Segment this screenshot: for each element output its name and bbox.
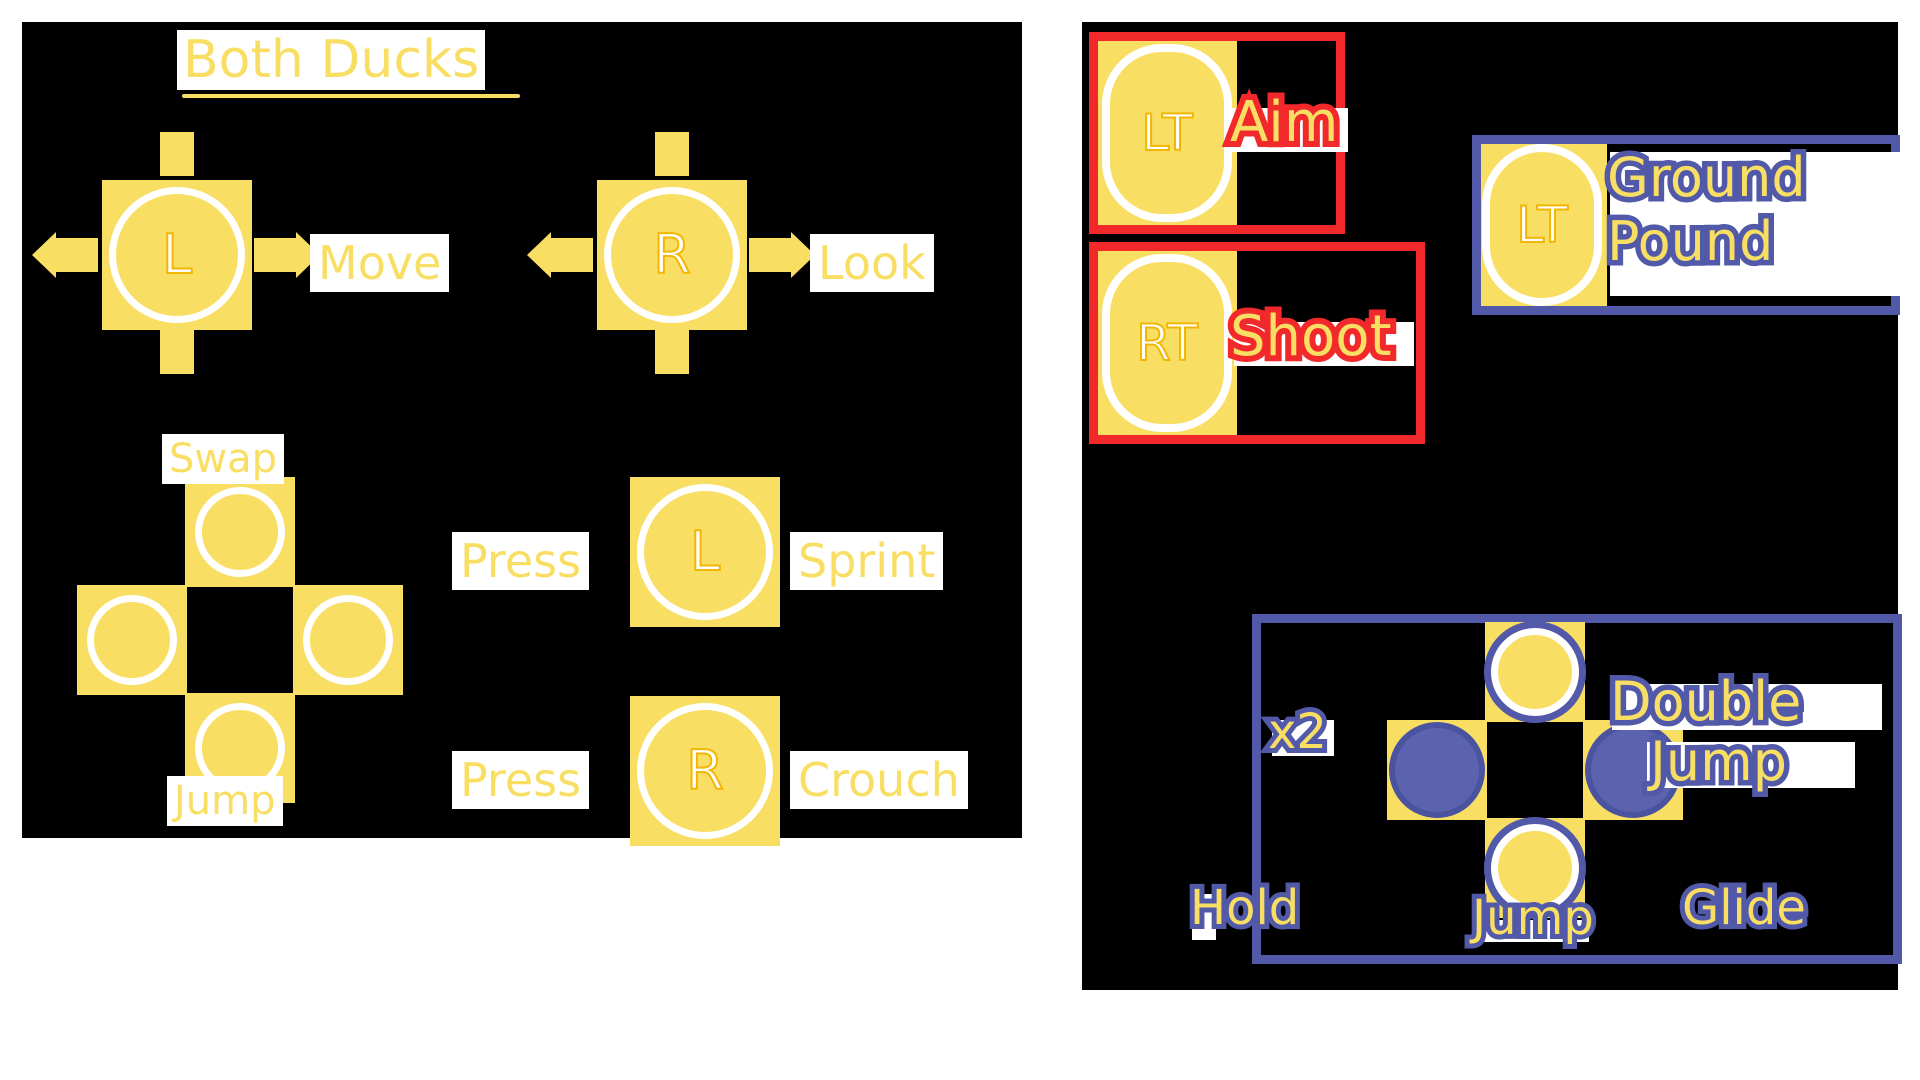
crouch-label: Crouch — [790, 751, 968, 809]
stick-nub-right-icon — [254, 238, 298, 272]
trigger-letter: LT — [1515, 196, 1568, 254]
stick-nub-up-icon — [160, 132, 194, 176]
panel-title-underline — [182, 94, 520, 98]
stick-button-left-press[interactable]: L — [637, 484, 773, 620]
trigger-letter: LT — [1140, 104, 1193, 162]
stick-letter: L — [161, 223, 193, 286]
multiplier-label: x2 — [1263, 703, 1332, 762]
move-label: Move — [310, 234, 450, 292]
shoot-label: Shoot — [1224, 302, 1397, 371]
stick-button-right-press[interactable]: R — [637, 703, 773, 839]
stick-nub-left-icon — [54, 238, 98, 272]
stick-nub-up-icon — [655, 132, 689, 176]
stick-letter: R — [652, 223, 692, 286]
aim-label: Aim — [1224, 88, 1344, 157]
stick-arrow-left-icon — [527, 232, 551, 278]
groundpound-label-line2: Pound — [1601, 208, 1778, 274]
look-label: Look — [810, 234, 934, 292]
doublejump-label-line1: Double — [1604, 668, 1806, 734]
stick-nub-right-icon — [749, 238, 793, 272]
sprint-press-label: Press — [452, 532, 590, 590]
dpad-left-button[interactable] — [87, 595, 177, 685]
shoot-trigger-button[interactable]: RT — [1102, 254, 1232, 432]
stick-letter: R — [685, 739, 725, 802]
groundpound-trigger-button[interactable]: LT — [1482, 144, 1602, 306]
dpad-jump-label: Jump — [167, 776, 283, 826]
aim-trigger-button[interactable]: LT — [1102, 44, 1232, 222]
glide-label: Glide — [1677, 879, 1811, 938]
dpad-up-button-jump[interactable] — [1491, 628, 1579, 716]
dpad-swap-label: Swap — [162, 434, 285, 484]
both-ducks-panel: Both Ducks L Move R Look Swap Jump Press… — [22, 22, 1022, 846]
jump-label: Jump — [1467, 889, 1599, 948]
dpad-left-button[interactable] — [1389, 722, 1485, 818]
crouch-press-label: Press — [452, 751, 590, 809]
stick-nub-down-icon — [160, 330, 194, 374]
stick-nub-down-icon — [655, 330, 689, 374]
stick-button-left[interactable]: L — [109, 187, 245, 323]
doublejump-label-line2: Jump — [1644, 728, 1792, 794]
panel-title: Both Ducks — [177, 30, 486, 90]
groundpound-label-line1: Ground — [1602, 144, 1812, 210]
stick-nub-left-icon — [549, 238, 593, 272]
stick-arrow-left-icon — [32, 232, 56, 278]
dpad-right-button[interactable] — [303, 595, 393, 685]
abilities-panel: LT Aim RT Shoot LT Ground Pound x2 Doubl… — [1082, 22, 1902, 990]
hold-label: Hold — [1185, 879, 1304, 938]
stick-letter: L — [689, 520, 721, 583]
sprint-label: Sprint — [790, 532, 944, 590]
dpad-up-button[interactable] — [195, 487, 285, 577]
stick-button-right[interactable]: R — [604, 187, 740, 323]
trigger-letter: RT — [1135, 314, 1199, 372]
